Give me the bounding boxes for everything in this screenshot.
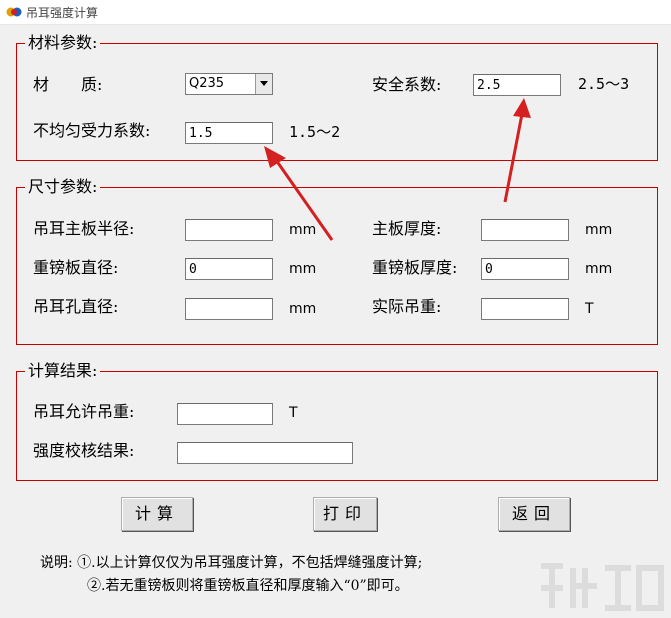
- arrow-to-uneven-factor: [264, 146, 334, 241]
- annotation-arrows: [264, 98, 531, 241]
- site-watermark-icon: [541, 563, 664, 611]
- arrow-to-safety-factor: [503, 98, 531, 203]
